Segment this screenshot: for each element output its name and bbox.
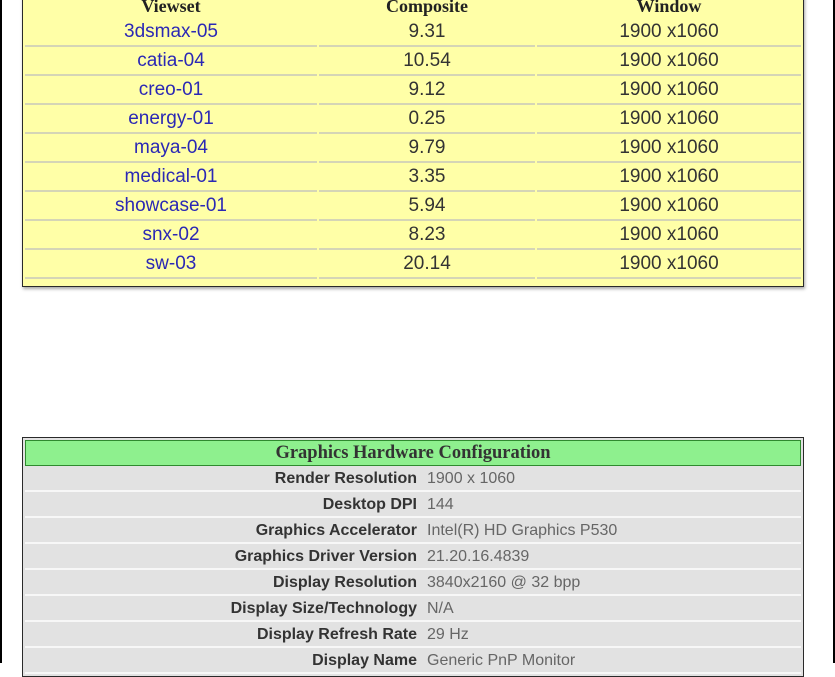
hardware-row: Display Refresh Rate 29 Hz — [25, 622, 801, 648]
hardware-row-value: 3840x2160 @ 32 bpp — [427, 574, 581, 591]
table-row: 3dsmax-05 9.31 1900 x1060 — [25, 18, 801, 47]
table-row: snx-02 8.23 1900 x1060 — [25, 221, 801, 250]
viewset-link[interactable]: maya-04 — [25, 134, 317, 163]
viewset-link[interactable]: energy-01 — [25, 105, 317, 134]
hardware-row-label: Display Resolution — [272, 574, 417, 591]
window-size: 1900 x1060 — [537, 221, 801, 250]
hardware-row-value: Intel(R) HD Graphics P530 — [427, 522, 618, 539]
viewset-link[interactable]: snx-02 — [25, 221, 317, 250]
hardware-row-label: Graphics Driver Version — [234, 548, 417, 565]
hardware-row-label: Graphics Accelerator — [255, 522, 417, 539]
hardware-row-label: Display Size/Technology — [230, 600, 417, 617]
hardware-row-value: 1900 x 1060 — [427, 470, 516, 487]
hardware-row-value: 21.20.16.4839 — [427, 548, 530, 565]
results-table: Viewset Composite Window 3dsmax-05 9.31 19… — [23, 0, 803, 279]
table-row: medical-01 3.35 1900 x1060 — [25, 163, 801, 192]
composite-score: 0.25 — [319, 105, 535, 134]
viewset-link[interactable]: catia-04 — [25, 47, 317, 76]
window-size: 1900 x1060 — [537, 47, 801, 76]
viewset-link[interactable]: showcase-01 — [25, 192, 317, 221]
window-size: 1900 x1060 — [537, 76, 801, 105]
composite-score: 5.94 — [319, 192, 535, 221]
window-size: 1900 x1060 — [537, 192, 801, 221]
window-size: 1900 x1060 — [537, 163, 801, 192]
composite-score: 9.12 — [319, 76, 535, 105]
hardware-row: Render Resolution 1900 x 1060 — [25, 466, 801, 492]
header-viewset: Viewset — [141, 0, 201, 16]
hardware-row-label: Desktop DPI — [322, 496, 417, 513]
viewset-link[interactable]: sw-03 — [25, 250, 317, 279]
hardware-row-value: 29 Hz — [427, 626, 469, 643]
window-size: 1900 x1060 — [537, 105, 801, 134]
composite-score: 20.14 — [319, 250, 535, 279]
table-row: showcase-01 5.94 1900 x1060 — [25, 192, 801, 221]
composite-score: 8.23 — [319, 221, 535, 250]
hardware-row-label: Display Name — [312, 652, 417, 669]
window-size: 1900 x1060 — [537, 18, 801, 47]
hardware-row: Desktop DPI 144 — [25, 492, 801, 518]
viewset-link[interactable]: creo-01 — [25, 76, 317, 105]
window-size: 1900 x1060 — [537, 250, 801, 279]
table-row: catia-04 10.54 1900 x1060 — [25, 47, 801, 76]
results-table-panel: Viewset Composite Window 3dsmax-05 9.31 19… — [22, 0, 804, 287]
hardware-row-label: Display Refresh Rate — [256, 626, 417, 643]
table-row: sw-03 20.14 1900 x1060 — [25, 250, 801, 279]
table-row: energy-01 0.25 1900 x1060 — [25, 105, 801, 134]
graphics-hardware-panel: Graphics Hardware Configuration Render R… — [22, 437, 804, 677]
viewset-link[interactable]: 3dsmax-05 — [25, 18, 317, 47]
hardware-row: Display Name Generic PnP Monitor — [25, 648, 801, 674]
composite-score: 10.54 — [319, 47, 535, 76]
hardware-row-value: 144 — [427, 496, 454, 513]
composite-score: 9.31 — [319, 18, 535, 47]
hardware-row: Graphics Accelerator Intel(R) HD Graphics… — [25, 518, 801, 544]
results-header-row: Viewset Composite Window — [25, 0, 801, 18]
graphics-hardware-title: Graphics Hardware Configuration — [25, 440, 801, 466]
hardware-row-label: Render Resolution — [274, 470, 417, 487]
composite-score: 3.35 — [319, 163, 535, 192]
window-size: 1900 x1060 — [537, 134, 801, 163]
composite-score: 9.79 — [319, 134, 535, 163]
hardware-row: Display Resolution 3840x2160 @ 32 bpp — [25, 570, 801, 596]
header-window: Window — [636, 0, 702, 16]
header-composite: Composite — [386, 0, 468, 16]
hardware-row: Display Size/Technology N/A — [25, 596, 801, 622]
table-row: maya-04 9.79 1900 x1060 — [25, 134, 801, 163]
hardware-row-value: Generic PnP Monitor — [427, 652, 576, 669]
table-row: creo-01 9.12 1900 x1060 — [25, 76, 801, 105]
viewset-link[interactable]: medical-01 — [25, 163, 317, 192]
hardware-row-value: N/A — [427, 600, 454, 617]
hardware-row: Graphics Driver Version 21.20.16.4839 — [25, 544, 801, 570]
